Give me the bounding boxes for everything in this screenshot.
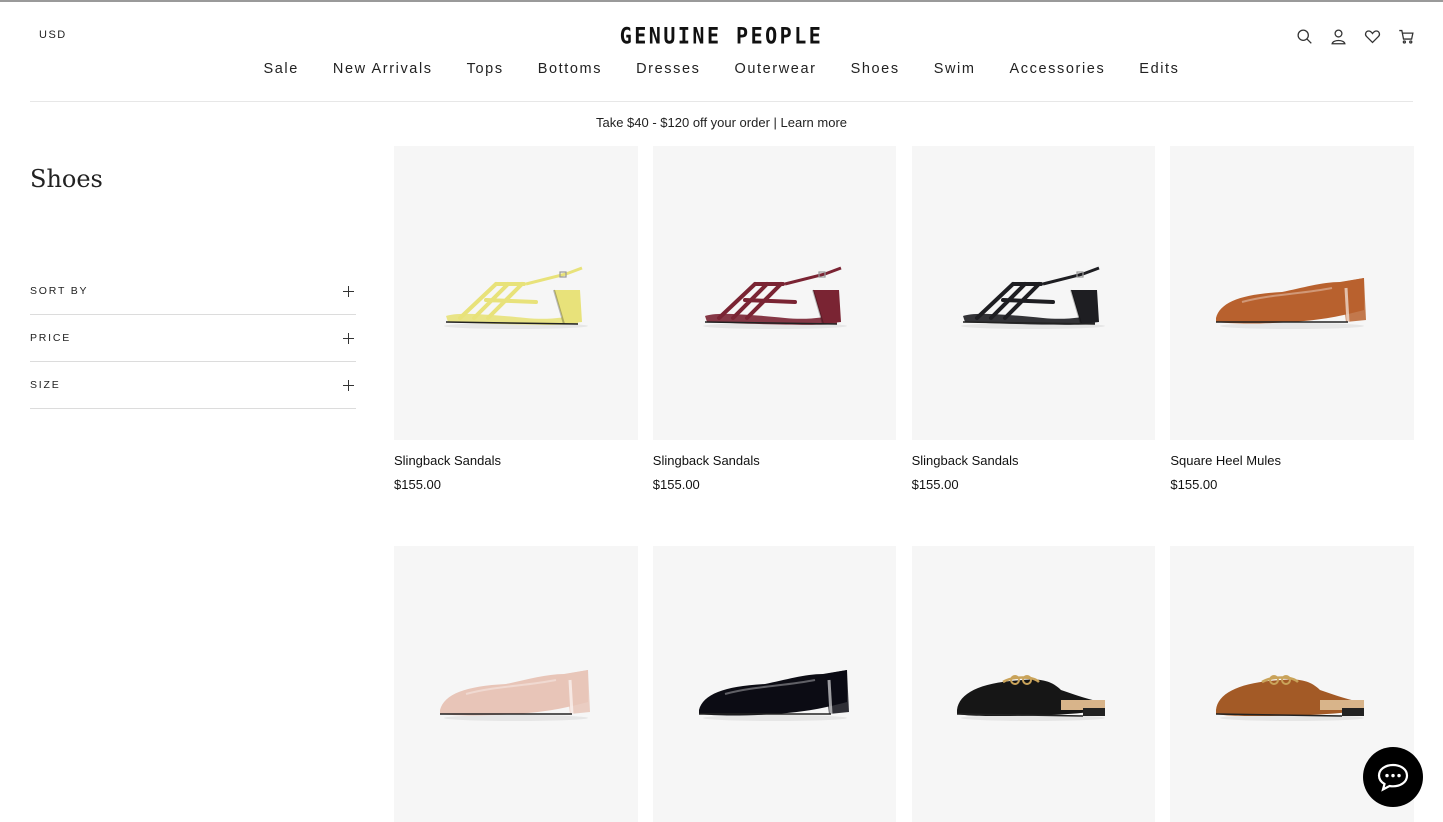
promo-banner: Take $40 - $120 off your order | Learn m… <box>0 115 1443 130</box>
filter-label: SORT BY <box>30 285 89 297</box>
product-name[interactable]: Slingback Sandals <box>394 453 638 468</box>
product-price: $155.00 <box>1170 477 1218 492</box>
nav-dresses[interactable]: Dresses <box>619 61 717 77</box>
product-price: $155.00 <box>652 477 700 492</box>
product-image[interactable] <box>911 546 1156 822</box>
promo-text: Take $40 - $120 off your order <box>595 115 770 130</box>
product-image[interactable] <box>394 546 638 822</box>
brand-logo-text: GENUINE PEOPLE <box>619 22 824 50</box>
product-image[interactable] <box>652 546 897 822</box>
nav-sale[interactable]: Sale <box>246 61 315 77</box>
header-icons <box>1294 26 1416 46</box>
search-icon[interactable] <box>1294 26 1314 46</box>
page-title: Shoes <box>30 165 103 193</box>
filter-label: SIZE <box>30 379 61 391</box>
plus-icon <box>343 332 354 344</box>
product-name[interactable]: Square Heel Mules <box>1170 453 1414 468</box>
product-price: $155.00 <box>394 477 441 492</box>
nav-outerwear[interactable]: Outerwear <box>717 61 833 77</box>
nav-edits[interactable]: Edits <box>1122 61 1196 77</box>
header-divider <box>30 101 1413 102</box>
promo-separator: | <box>769 115 781 130</box>
filter-size[interactable]: SIZE <box>30 362 356 409</box>
nav-shoes[interactable]: Shoes <box>834 61 917 77</box>
product-card[interactable]: Square Heel Mules $155.00 <box>1170 146 1414 546</box>
page: USD GENUINE PEOPLE Sale New Arrivals Top… <box>0 0 1443 822</box>
chat-bubble-icon <box>1377 763 1409 792</box>
filter-label: PRICE <box>30 332 72 344</box>
nav-bottoms[interactable]: Bottoms <box>521 61 619 77</box>
promo-learn-more-link[interactable]: Learn more <box>781 115 847 130</box>
product-card[interactable] <box>911 546 1156 822</box>
filter-price[interactable]: PRICE <box>30 315 356 362</box>
product-image[interactable] <box>394 146 638 440</box>
product-card[interactable]: Slingback Sandals $155.00 <box>394 146 638 546</box>
product-grid: Slingback Sandals $155.00 Slingback Sandal… <box>394 146 1414 822</box>
product-card[interactable] <box>394 546 638 822</box>
nav-new-arrivals[interactable]: New Arrivals <box>316 61 450 77</box>
product-price: $155.00 <box>911 477 959 492</box>
user-icon[interactable] <box>1328 26 1348 46</box>
product-image[interactable] <box>652 146 897 440</box>
product-name[interactable]: Slingback Sandals <box>912 453 1156 468</box>
brand-logo[interactable]: GENUINE PEOPLE <box>0 22 1443 50</box>
product-name[interactable]: Slingback Sandals <box>653 453 897 468</box>
nav-accessories[interactable]: Accessories <box>993 61 1123 77</box>
heart-icon[interactable] <box>1362 26 1382 46</box>
cart-icon[interactable] <box>1396 26 1416 46</box>
filter-panel: SORT BY PRICE SIZE <box>30 268 356 409</box>
plus-icon <box>343 285 354 297</box>
product-image[interactable] <box>1170 146 1414 440</box>
product-image[interactable] <box>911 146 1156 440</box>
product-card[interactable] <box>652 546 897 822</box>
chat-button[interactable] <box>1363 747 1423 807</box>
nav-swim[interactable]: Swim <box>917 61 993 77</box>
filter-sort-by[interactable]: SORT BY <box>30 268 356 315</box>
main-nav: Sale New Arrivals Tops Bottoms Dresses O… <box>0 61 1443 77</box>
nav-tops[interactable]: Tops <box>450 61 521 77</box>
plus-icon <box>343 379 354 391</box>
product-card[interactable]: Slingback Sandals $155.00 <box>652 146 897 546</box>
product-card[interactable]: Slingback Sandals $155.00 <box>911 146 1156 546</box>
